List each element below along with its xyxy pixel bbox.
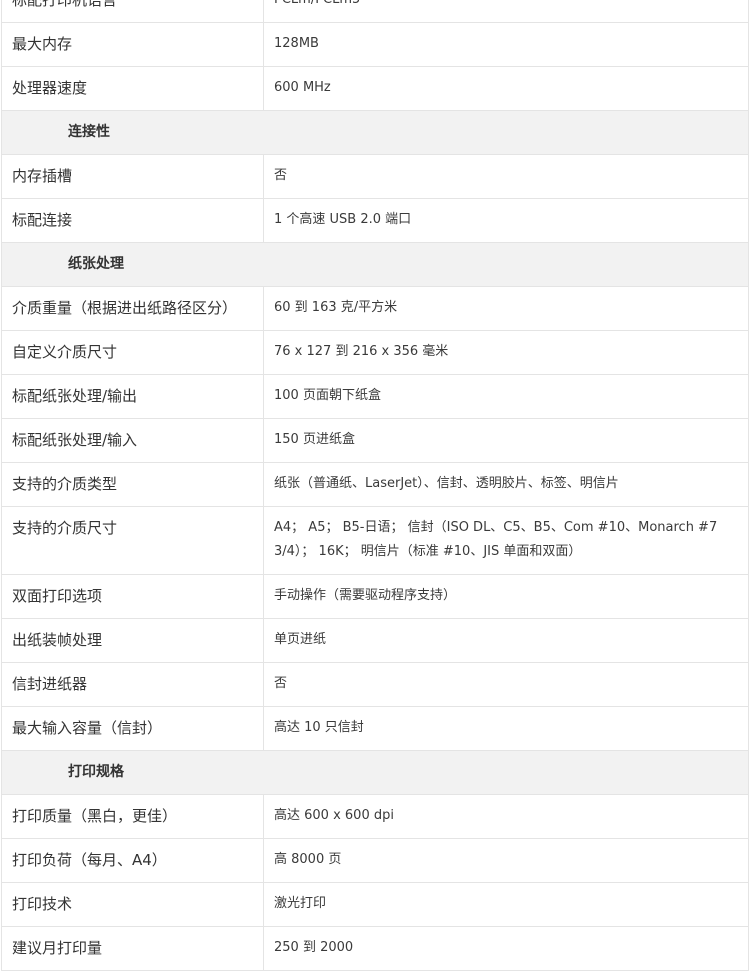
spec-row: 标配连接 1 个高速 USB 2.0 端口	[1, 198, 749, 243]
spec-label: 出纸装帧处理	[1, 618, 264, 663]
spec-label: 处理器速度	[1, 66, 264, 111]
spec-value: 否	[263, 662, 749, 707]
spec-row: 出纸装帧处理 单页进纸	[1, 618, 749, 663]
section-title: 打印规格	[1, 750, 749, 795]
spec-label: 标配打印机语言	[1, 0, 264, 23]
spec-row: 支持的介质类型 纸张（普通纸、LaserJet）、信封、透明胶片、标签、明信片	[1, 462, 749, 507]
section-header-row: 纸张处理	[1, 242, 749, 287]
spec-row: 最大输入容量（信封） 高达 10 只信封	[1, 706, 749, 751]
spec-label: 信封进纸器	[1, 662, 264, 707]
spec-value: 600 MHz	[263, 66, 749, 111]
spec-row: 信封进纸器 否	[1, 662, 749, 707]
spec-value: 高达 10 只信封	[263, 706, 749, 751]
spec-value: 60 到 163 克/平方米	[263, 286, 749, 331]
spec-label: 支持的介质尺寸	[1, 506, 264, 575]
spec-row: 建议月打印量 250 到 2000	[1, 926, 749, 971]
spec-value: 单页进纸	[263, 618, 749, 663]
spec-row: 内存插槽 否	[1, 154, 749, 199]
spec-label: 打印负荷（每月、A4）	[1, 838, 264, 883]
spec-value: 128MB	[263, 22, 749, 67]
spec-row: 最大内存 128MB	[1, 22, 749, 67]
spec-row: 处理器速度 600 MHz	[1, 66, 749, 111]
spec-label: 自定义介质尺寸	[1, 330, 264, 375]
section-header-row: 打印规格	[1, 750, 749, 795]
spec-row: 打印技术 激光打印	[1, 882, 749, 927]
spec-label: 打印质量（黑白，更佳）	[1, 794, 264, 839]
spec-value: 纸张（普通纸、LaserJet）、信封、透明胶片、标签、明信片	[263, 462, 749, 507]
section-title: 连接性	[1, 110, 749, 155]
spec-value: 250 到 2000	[263, 926, 749, 971]
spec-label: 打印技术	[1, 882, 264, 927]
spec-row: 介质重量（根据进出纸路径区分） 60 到 163 克/平方米	[1, 286, 749, 331]
spec-label: 建议月打印量	[1, 926, 264, 971]
spec-row: 自定义介质尺寸 76 x 127 到 216 x 356 毫米	[1, 330, 749, 375]
spec-label: 标配纸张处理/输入	[1, 418, 264, 463]
spec-value: PCLm/PCLm5	[263, 0, 749, 23]
spec-row: 标配纸张处理/输入 150 页进纸盒	[1, 418, 749, 463]
spec-row: 打印质量（黑白，更佳） 高达 600 x 600 dpi	[1, 794, 749, 839]
spec-value: 150 页进纸盒	[263, 418, 749, 463]
spec-label: 内存插槽	[1, 154, 264, 199]
spec-value: 100 页面朝下纸盒	[263, 374, 749, 419]
spec-value: 高 8000 页	[263, 838, 749, 883]
section-header-row: 连接性	[1, 110, 749, 155]
spec-label: 最大输入容量（信封）	[1, 706, 264, 751]
spec-label: 标配连接	[1, 198, 264, 243]
spec-value: 高达 600 x 600 dpi	[263, 794, 749, 839]
spec-table-body: 标配打印机语言 PCLm/PCLm5 最大内存 128MB 处理器速度 600 …	[1, 0, 749, 971]
spec-value: 1 个高速 USB 2.0 端口	[263, 198, 749, 243]
spec-row: 标配打印机语言 PCLm/PCLm5	[1, 0, 749, 23]
spec-label: 介质重量（根据进出纸路径区分）	[1, 286, 264, 331]
spec-label: 双面打印选项	[1, 574, 264, 619]
spec-value: 否	[263, 154, 749, 199]
spec-label: 最大内存	[1, 22, 264, 67]
section-title: 纸张处理	[1, 242, 749, 287]
spec-row: 双面打印选项 手动操作（需要驱动程序支持）	[1, 574, 749, 619]
spec-value: 76 x 127 到 216 x 356 毫米	[263, 330, 749, 375]
spec-row: 支持的介质尺寸 A4； A5； B5-日语； 信封（ISO DL、C5、B5、C…	[1, 506, 749, 575]
spec-value: 激光打印	[263, 882, 749, 927]
spec-value: 手动操作（需要驱动程序支持）	[263, 574, 749, 619]
spec-row: 标配纸张处理/输出 100 页面朝下纸盒	[1, 374, 749, 419]
spec-label: 标配纸张处理/输出	[1, 374, 264, 419]
spec-value: A4； A5； B5-日语； 信封（ISO DL、C5、B5、Com #10、M…	[263, 506, 749, 575]
spec-label: 支持的介质类型	[1, 462, 264, 507]
spec-table: 标配打印机语言 PCLm/PCLm5 最大内存 128MB 处理器速度 600 …	[1, 0, 749, 971]
spec-row: 打印负荷（每月、A4） 高 8000 页	[1, 838, 749, 883]
